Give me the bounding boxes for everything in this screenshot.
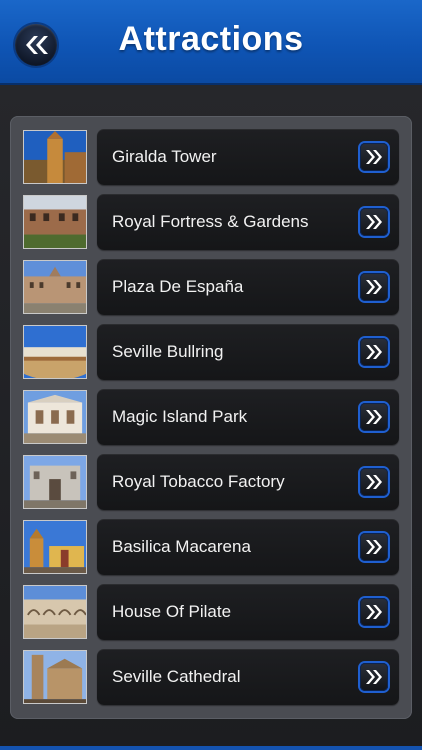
attraction-label: House Of Pilate — [112, 602, 232, 621]
thumbnail-image — [23, 585, 87, 639]
list-item[interactable]: Royal Tobacco Factory — [10, 454, 412, 514]
open-button[interactable] — [360, 663, 388, 691]
attraction-bar[interactable]: Royal Tobacco Factory — [97, 454, 399, 510]
double-chevron-right-icon — [366, 150, 382, 164]
attraction-bar[interactable]: Plaza De España — [97, 259, 399, 315]
double-chevron-right-icon — [366, 475, 382, 489]
double-chevron-right-icon — [366, 410, 382, 424]
open-button[interactable] — [360, 143, 388, 171]
open-button[interactable] — [360, 338, 388, 366]
open-button[interactable] — [360, 533, 388, 561]
thumbnail-image — [23, 455, 87, 509]
thumbnail-image — [23, 650, 87, 704]
open-button[interactable] — [360, 468, 388, 496]
attraction-label: Royal Fortress & Gardens — [112, 212, 309, 231]
list-item[interactable]: Giralda Tower — [10, 129, 412, 189]
open-button[interactable] — [360, 273, 388, 301]
list-item[interactable]: Plaza De España — [10, 259, 412, 319]
list-item[interactable]: Royal Fortress & Gardens — [10, 194, 412, 254]
thumbnail-image — [23, 130, 87, 184]
open-button[interactable] — [360, 598, 388, 626]
attraction-label: Magic Island Park — [112, 407, 248, 426]
attraction-label: Basilica Macarena — [112, 537, 251, 556]
open-button[interactable] — [360, 403, 388, 431]
attractions-list: Giralda Tower Royal Fortress & Gardens P… — [10, 116, 412, 719]
thumbnail-image — [23, 520, 87, 574]
attraction-bar[interactable]: Basilica Macarena — [97, 519, 399, 575]
thumbnail-image — [23, 260, 87, 314]
thumbnail-image — [23, 325, 87, 379]
attraction-bar[interactable]: Seville Cathedral — [97, 649, 399, 705]
page-title: Attractions — [118, 20, 304, 58]
double-chevron-right-icon — [366, 670, 382, 684]
list-item[interactable]: Seville Bullring — [10, 324, 412, 384]
double-chevron-right-icon — [366, 345, 382, 359]
attraction-bar[interactable]: Magic Island Park — [97, 389, 399, 445]
attraction-bar[interactable]: House Of Pilate — [97, 584, 399, 640]
attraction-label: Royal Tobacco Factory — [112, 472, 285, 491]
attraction-label: Seville Cathedral — [112, 667, 241, 686]
double-chevron-right-icon — [366, 605, 382, 619]
thumbnail-image — [23, 195, 87, 249]
double-chevron-right-icon — [366, 540, 382, 554]
double-chevron-right-icon — [366, 215, 382, 229]
app-header: Attractions — [0, 0, 422, 85]
attraction-bar[interactable]: Seville Bullring — [97, 324, 399, 380]
content-area: Giralda Tower Royal Fortress & Gardens P… — [0, 85, 422, 750]
attraction-bar[interactable]: Royal Fortress & Gardens — [97, 194, 399, 250]
attraction-label: Plaza De España — [112, 277, 244, 296]
bottom-bar — [0, 746, 422, 750]
open-button[interactable] — [360, 208, 388, 236]
list-item[interactable]: House Of Pilate — [10, 584, 412, 644]
list-item[interactable]: Seville Cathedral — [10, 649, 412, 709]
thumbnail-image — [23, 390, 87, 444]
list-item[interactable]: Basilica Macarena — [10, 519, 412, 579]
list-item[interactable]: Magic Island Park — [10, 389, 412, 449]
attraction-bar[interactable]: Giralda Tower — [97, 129, 399, 185]
attraction-label: Giralda Tower — [112, 147, 217, 166]
double-chevron-right-icon — [366, 280, 382, 294]
attraction-label: Seville Bullring — [112, 342, 224, 361]
